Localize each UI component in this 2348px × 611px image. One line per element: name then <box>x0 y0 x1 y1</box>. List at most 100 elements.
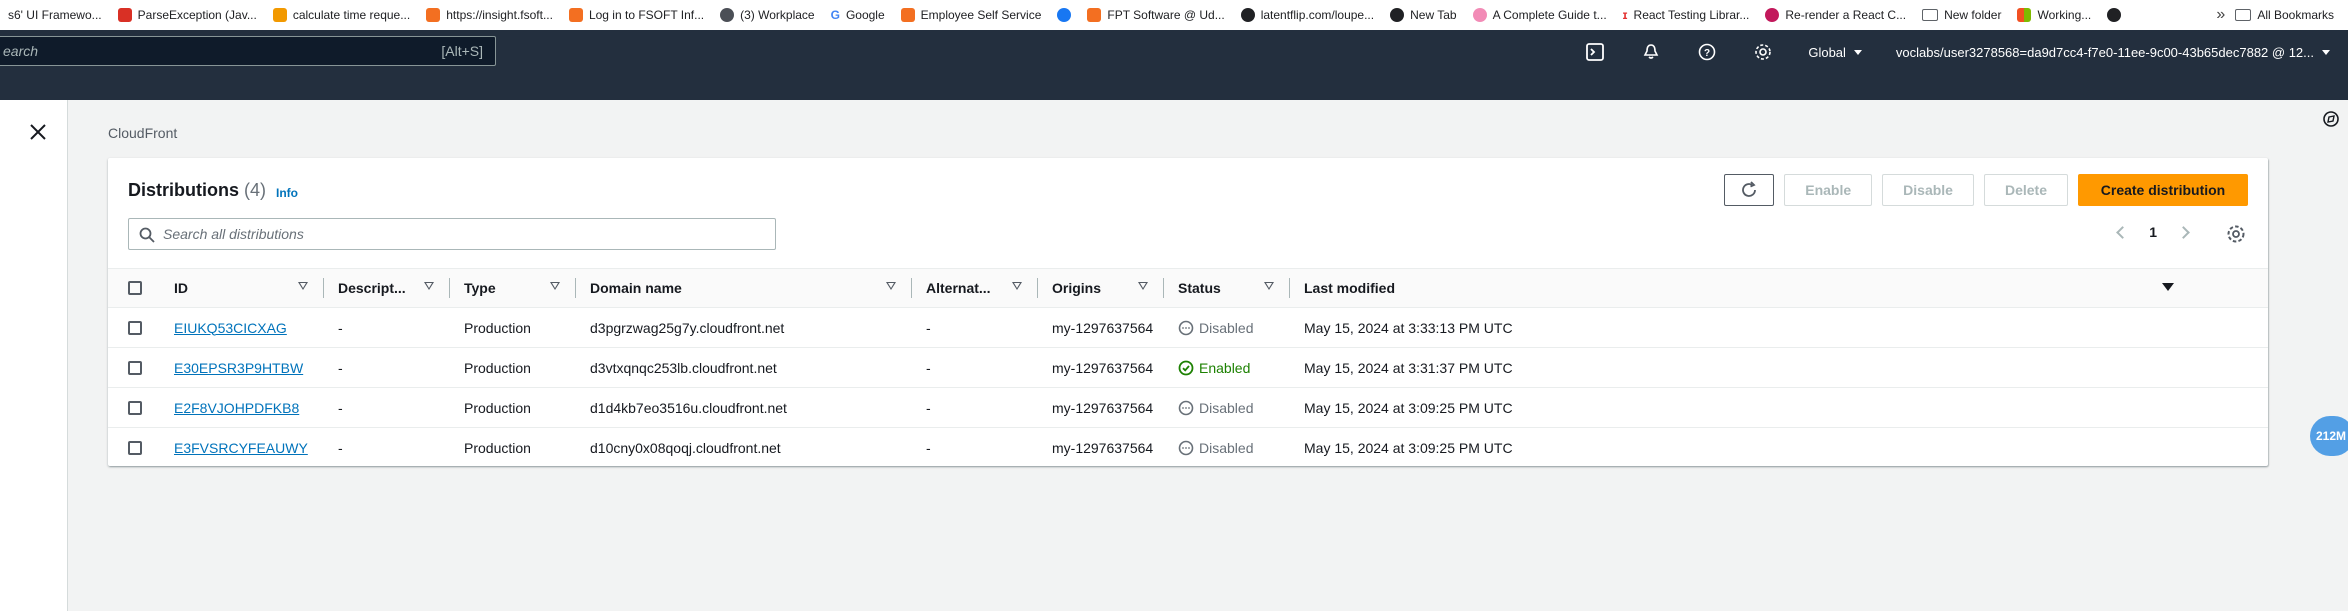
help-icon[interactable]: ? <box>1696 41 1718 63</box>
bookmark-label: calculate time reque... <box>292 8 411 22</box>
bookmark-14[interactable]: Re-render a React C... <box>1757 4 1914 26</box>
domain-cell: d1d4kb7eo3516u.cloudfront.net <box>590 399 787 416</box>
previous-page-icon[interactable] <box>2116 225 2130 239</box>
bookmark-label: https://insight.fsoft... <box>446 8 553 22</box>
next-page-icon[interactable] <box>2177 225 2190 239</box>
disabled-icon <box>1178 320 1194 335</box>
bookmark-15[interactable]: New folder <box>1914 4 2009 26</box>
bookmark-label: ParseException (Jav... <box>137 8 257 22</box>
alternate-domain-cell: - <box>926 359 931 376</box>
description-cell: - <box>338 399 343 416</box>
distribution-id-link[interactable]: E3FVSRCYFEAUWY <box>174 440 308 456</box>
select-all-checkbox[interactable] <box>128 281 142 295</box>
sort-icon <box>1264 282 1274 290</box>
info-link[interactable]: Info <box>276 186 298 200</box>
guide-icon <box>1472 8 1487 22</box>
bookmark-label: New folder <box>1944 8 2002 22</box>
row-select-cell <box>108 428 160 468</box>
account-menu[interactable]: voclabs/user3278568=da9d7cc4-f7e0-11ee-9… <box>1896 45 2330 60</box>
search-input[interactable]: earch [Alt+S] <box>0 36 496 66</box>
origins-cell: my-1297637564 <box>1052 440 1154 456</box>
distribution-id-link[interactable]: EIUKQ53CICXAG <box>174 320 287 336</box>
delete-button[interactable]: Delete <box>1983 174 2068 206</box>
bookmark-7[interactable]: Employee Self Service <box>893 4 1050 26</box>
column-header-description[interactable]: Descript... <box>324 268 450 308</box>
folder-icon <box>2235 9 2252 21</box>
id-cell: E3FVSRCYFEAUWY <box>160 428 324 468</box>
table-row[interactable]: E2F8VJOHPDFKB8 - Production d1d4kb7eo351… <box>108 388 2268 428</box>
bookmark-label: s6' UI Framewo... <box>8 8 102 22</box>
table-row[interactable]: EIUKQ53CICXAG - Production d3pgrzwag25g7… <box>108 308 2268 348</box>
type-cell: Production <box>464 319 531 336</box>
column-header-type[interactable]: Type <box>450 268 576 308</box>
distribution-id-link[interactable]: E30EPSR3P9HTBW <box>174 360 303 376</box>
bookmarks-overflow-button[interactable]: » <box>2206 6 2235 24</box>
disable-button[interactable]: Disable <box>1882 174 1974 206</box>
row-checkbox[interactable] <box>128 360 142 375</box>
column-header-status[interactable]: Status <box>1164 268 1290 308</box>
column-label: Status <box>1178 280 1221 296</box>
distributions-table: ID Descript... Type Domain name Alternat… <box>108 268 2268 468</box>
bookmark-17[interactable] <box>2099 4 2129 26</box>
column-header-id[interactable]: ID <box>160 268 324 308</box>
column-header-origins[interactable]: Origins <box>1038 268 1164 308</box>
bookmark-4[interactable]: Log in to FSOFT Inf... <box>561 4 712 26</box>
sort-icon <box>1138 282 1148 290</box>
region-selector[interactable]: Global <box>1808 45 1862 60</box>
column-header-alternate-domain[interactable]: Alternat... <box>912 268 1038 308</box>
status-label: Disabled <box>1199 319 1254 336</box>
create-distribution-button[interactable]: Create distribution <box>2078 174 2248 206</box>
bookmark-10[interactable]: latentflip.com/loupe... <box>1233 4 1382 26</box>
type-cell: Production <box>464 359 531 376</box>
search-distributions-input[interactable]: Search all distributions <box>128 218 776 250</box>
bookmark-13[interactable]: ɪ React Testing Librar... <box>1615 4 1758 26</box>
bookmark-8[interactable] <box>1049 4 1079 26</box>
column-header-last-modified[interactable]: Last modified <box>1290 268 2190 308</box>
bookmark-0[interactable]: s6' UI Framewo... <box>0 4 110 26</box>
bookmark-6[interactable]: G Google <box>823 4 893 26</box>
check-circle-icon <box>1178 360 1194 375</box>
status-label: Disabled <box>1199 440 1254 456</box>
distribution-id-link[interactable]: E2F8VJOHPDFKB8 <box>174 400 299 416</box>
utility-panel-button[interactable] <box>2322 110 2340 128</box>
cloudshell-icon[interactable] <box>1584 41 1606 63</box>
top-nav-actions: ? Global voclabs/user3278568=da9d7cc4-f7… <box>1584 37 2330 67</box>
type-cell: Production <box>464 399 531 416</box>
status-label: Enabled <box>1199 359 1251 376</box>
row-checkbox[interactable] <box>128 441 142 455</box>
memory-usage-badge[interactable]: 212M <box>2310 416 2348 456</box>
table-header: ID Descript... Type Domain name Alternat… <box>108 268 2268 308</box>
notifications-icon[interactable] <box>1640 41 1662 63</box>
table-row[interactable]: E3FVSRCYFEAUWY - Production d10cny0x08qo… <box>108 428 2268 468</box>
current-page[interactable]: 1 <box>2149 224 2157 240</box>
search-placeholder: Search all distributions <box>163 226 304 242</box>
table-preferences-button[interactable] <box>2226 224 2246 244</box>
column-label: Descript... <box>338 280 406 296</box>
bookmark-5[interactable]: (3) Workplace <box>712 4 822 26</box>
description-cell: - <box>338 319 343 336</box>
row-checkbox[interactable] <box>128 400 142 415</box>
bookmark-label: Employee Self Service <box>920 8 1042 22</box>
settings-icon[interactable] <box>1752 41 1774 63</box>
bookmark-1[interactable]: ParseException (Jav... <box>110 4 265 26</box>
breadcrumb[interactable]: CloudFront <box>108 125 177 141</box>
enable-button[interactable]: Enable <box>1784 174 1873 206</box>
bookmark-9[interactable]: FPT Software @ Ud... <box>1079 4 1232 26</box>
table-row[interactable]: E30EPSR3P9HTBW - Production d3vtxqnqc253… <box>108 348 2268 388</box>
column-header-domain-name[interactable]: Domain name <box>576 268 912 308</box>
last-modified-cell: May 15, 2024 at 3:31:37 PM UTC <box>1304 359 1513 376</box>
bookmark-2[interactable]: calculate time reque... <box>265 4 418 26</box>
bookmark-3[interactable]: https://insight.fsoft... <box>418 4 561 26</box>
refresh-icon <box>1742 181 1757 197</box>
bookmark-11[interactable]: New Tab <box>1382 4 1464 26</box>
close-navigation-button[interactable] <box>28 122 48 142</box>
bookmark-12[interactable]: A Complete Guide t... <box>1465 4 1615 26</box>
row-checkbox[interactable] <box>128 320 142 335</box>
column-label: Origins <box>1052 280 1102 296</box>
bookmark-16[interactable]: Working... <box>2009 4 2099 26</box>
refresh-button[interactable] <box>1724 174 1775 206</box>
all-bookmarks-label: All Bookmarks <box>2257 8 2334 22</box>
status-cell: Disabled <box>1164 388 1290 428</box>
all-bookmarks-button[interactable]: All Bookmarks <box>2235 8 2348 22</box>
id-cell: E2F8VJOHPDFKB8 <box>160 388 324 428</box>
